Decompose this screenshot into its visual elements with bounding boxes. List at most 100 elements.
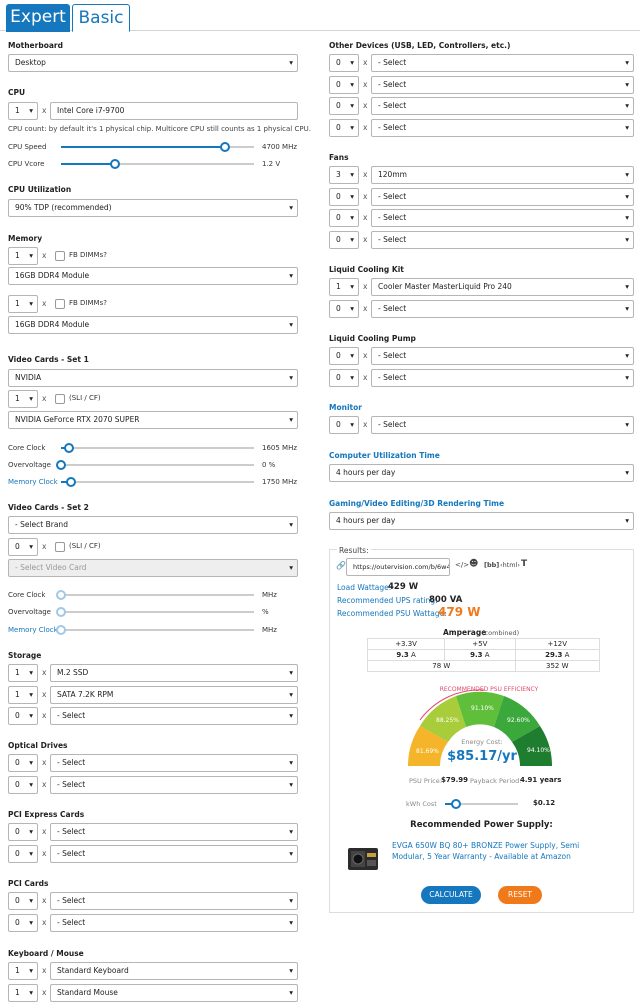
vc1-memory-clock-slider[interactable]	[61, 477, 254, 487]
tab-expert[interactable]: Expert	[6, 4, 70, 32]
slider-handle[interactable]	[56, 625, 66, 635]
sli-checkbox[interactable]	[55, 394, 65, 404]
reddit-icon[interactable]: ☻	[469, 559, 478, 569]
html-icon[interactable]: ‹html›	[500, 561, 520, 569]
qty-select[interactable]: 0	[8, 776, 38, 794]
qty-select[interactable]: 0	[329, 188, 359, 206]
vc2-memory-clock-slider[interactable]	[56, 625, 254, 635]
qty-select[interactable]: 1	[8, 686, 38, 704]
item-select[interactable]: - Select	[371, 369, 634, 387]
vc1-core-clock-slider[interactable]	[61, 443, 254, 453]
slider-handle[interactable]	[220, 142, 231, 152]
item-select[interactable]: - Select	[50, 892, 298, 910]
item-select[interactable]: - Select	[371, 188, 634, 206]
vc1-card-select[interactable]: NVIDIA GeForce RTX 2070 SUPER	[8, 411, 298, 429]
qty-select[interactable]: 0	[329, 369, 359, 387]
item-select[interactable]: - Select	[50, 754, 298, 772]
motherboard-select[interactable]: Desktop	[8, 54, 298, 72]
watts-cell: 352 W	[514, 660, 601, 672]
qty-select[interactable]: 3	[329, 166, 359, 184]
memory-qty-select[interactable]: 1	[8, 295, 38, 313]
qty-select[interactable]: 1	[8, 984, 38, 1002]
calculate-button[interactable]: CALCULATE	[421, 886, 481, 904]
vc2-brand-select[interactable]: - Select Brand	[8, 516, 298, 534]
item-select[interactable]: - Select	[371, 119, 634, 137]
qty-select[interactable]: 0	[329, 416, 359, 434]
item-select[interactable]: - Select	[50, 914, 298, 932]
cpu-qty-select[interactable]: 1	[8, 102, 38, 120]
item-select[interactable]: 120mm	[371, 166, 634, 184]
cpu-model-input[interactable]: Intel Core i7-9700	[50, 102, 298, 120]
qty-select[interactable]: 0	[329, 209, 359, 227]
qty-select[interactable]: 0	[329, 231, 359, 249]
item-select[interactable]: - Select	[371, 209, 634, 227]
qty-select[interactable]: 0	[329, 347, 359, 365]
qty-select[interactable]: 1	[329, 278, 359, 296]
cpu-vcore-slider[interactable]	[61, 159, 254, 169]
item-select[interactable]: - Select	[50, 823, 298, 841]
bbcode-icon[interactable]: [bb]	[484, 561, 499, 569]
slider-handle[interactable]	[56, 590, 66, 600]
share-url-input[interactable]: https://outervision.com/b/6w4FRc	[346, 558, 450, 576]
item-select[interactable]: - Select	[50, 707, 298, 725]
qty-select[interactable]: 0	[329, 76, 359, 94]
memory-qty-select[interactable]: 1	[8, 247, 38, 265]
slider-handle[interactable]	[56, 460, 66, 470]
psu-product-image[interactable]	[344, 840, 384, 876]
item-select[interactable]: Standard Mouse	[50, 984, 298, 1002]
qty-select[interactable]: 0	[8, 823, 38, 841]
slider-handle[interactable]	[56, 607, 66, 617]
slider-handle[interactable]	[450, 799, 461, 809]
slider-handle[interactable]	[65, 477, 76, 487]
vc2-card-select[interactable]: - Select Video Card	[8, 559, 298, 577]
sli-checkbox[interactable]	[55, 542, 65, 552]
item-select[interactable]: - Select	[371, 54, 634, 72]
cpu-speed-slider[interactable]	[61, 142, 254, 152]
times-sign: x	[42, 690, 47, 699]
item-select[interactable]: - Select	[371, 76, 634, 94]
recommended-psu-link[interactable]: EVGA 650W BQ 80+ BRONZE Power Supply, Se…	[392, 840, 614, 862]
qty-select[interactable]: 0	[329, 119, 359, 137]
qty-select[interactable]: 0	[8, 845, 38, 863]
item-select[interactable]: - Select	[371, 347, 634, 365]
text-icon[interactable]: T	[521, 559, 527, 569]
qty-select[interactable]: 0	[8, 707, 38, 725]
item-select[interactable]: - Select	[371, 97, 634, 115]
item-select[interactable]: - Select	[50, 845, 298, 863]
slider-handle[interactable]	[63, 443, 74, 453]
cpu-utilization-select[interactable]: 90% TDP (recommended)	[8, 199, 298, 217]
item-select[interactable]: - Select	[371, 416, 634, 434]
fb-dimms-checkbox[interactable]	[55, 251, 65, 261]
item-select[interactable]: Standard Keyboard	[50, 962, 298, 980]
utilization-time-select[interactable]: 4 hours per day	[329, 464, 634, 482]
vc1-brand-select[interactable]: NVIDIA	[8, 369, 298, 387]
item-select[interactable]: Cooler Master MasterLiquid Pro 240	[371, 278, 634, 296]
reset-button[interactable]: RESET	[498, 886, 542, 904]
qty-select[interactable]: 0	[329, 97, 359, 115]
vc1-overvoltage-slider[interactable]	[56, 460, 254, 470]
item-select[interactable]: M.2 SSD	[50, 664, 298, 682]
qty-select[interactable]: 0	[329, 54, 359, 72]
gaming-time-select[interactable]: 4 hours per day	[329, 512, 634, 530]
memory-module-select[interactable]: 16GB DDR4 Module	[8, 267, 298, 285]
qty-select[interactable]: 0	[8, 892, 38, 910]
qty-select[interactable]: 0	[8, 914, 38, 932]
qty-select[interactable]: 0	[329, 300, 359, 318]
vc2-core-clock-slider[interactable]	[56, 590, 254, 600]
qty-select[interactable]: 1	[8, 664, 38, 682]
qty-select[interactable]: 0	[8, 754, 38, 772]
memory-module-select[interactable]: 16GB DDR4 Module	[8, 316, 298, 334]
tab-basic[interactable]: Basic	[72, 4, 130, 32]
item-select[interactable]: - Select	[371, 231, 634, 249]
embed-icon[interactable]: </>	[455, 561, 469, 569]
item-select[interactable]: SATA 7.2K RPM	[50, 686, 298, 704]
kwh-cost-slider[interactable]	[445, 799, 518, 809]
item-select[interactable]: - Select	[371, 300, 634, 318]
slider-handle[interactable]	[110, 159, 121, 169]
qty-select[interactable]: 1	[8, 962, 38, 980]
vc2-qty-select[interactable]: 0	[8, 538, 38, 556]
item-select[interactable]: - Select	[50, 776, 298, 794]
vc1-qty-select[interactable]: 1	[8, 390, 38, 408]
vc2-overvoltage-slider[interactable]	[56, 607, 254, 617]
fb-dimms-checkbox[interactable]	[55, 299, 65, 309]
